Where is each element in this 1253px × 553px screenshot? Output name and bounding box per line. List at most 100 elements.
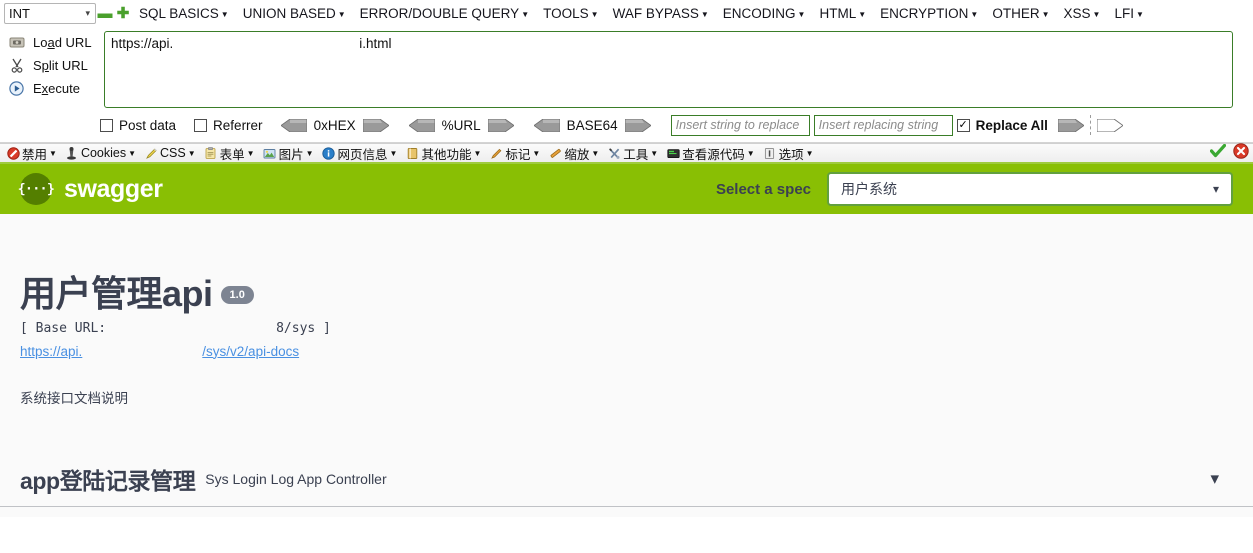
validation-pass-icon[interactable] <box>1209 143 1227 163</box>
type-select[interactable]: INT ▾ <box>4 3 96 24</box>
encode-right-icon[interactable] <box>487 118 515 132</box>
menu-encryption[interactable]: ENCRYPTION ▼ <box>873 6 985 21</box>
menu-lfi[interactable]: LFI ▼ <box>1107 6 1150 21</box>
execute-icon <box>8 80 25 96</box>
toolbar-item-page-info[interactable]: 网页信息 ▼ <box>318 144 402 163</box>
chevron-down-icon: ▼ <box>1135 10 1144 19</box>
view-source-icon <box>666 146 680 160</box>
chevron-down-icon: ▼ <box>805 148 814 158</box>
toolbar-item-images[interactable]: 图片 ▼ <box>259 144 318 163</box>
toolbar-item-forms[interactable]: 表单 ▼ <box>200 144 259 163</box>
toolbar-item-css[interactable]: CSS ▼ <box>140 146 200 160</box>
api-info-block: 用户管理api 1.0 [ Base URL: 8/sys ] https://a… <box>0 214 1253 407</box>
toolbar-label: 禁用 <box>22 147 48 162</box>
add-field-button[interactable]: ✚ <box>114 4 132 24</box>
chevron-down-icon: ▼ <box>128 148 137 158</box>
chevron-down-icon: ▼ <box>246 148 255 158</box>
post-data-checkbox[interactable]: Post data <box>100 118 176 133</box>
replace-with-input[interactable]: Insert replacing string <box>813 114 953 136</box>
checkbox-box <box>194 118 208 132</box>
toolbar-item-tools[interactable]: 工具 ▼ <box>603 144 662 163</box>
menu-xss[interactable]: XSS ▼ <box>1057 6 1108 21</box>
replace-find-input[interactable]: Insert string to replace <box>670 114 810 136</box>
replace-revert-icon[interactable] <box>1096 118 1124 132</box>
toolbar-label: 缩放 <box>564 147 590 162</box>
toolbar-item-resize[interactable]: 缩放 ▼ <box>544 144 603 163</box>
chevron-down-icon: ▼ <box>1092 10 1101 19</box>
split-url-label: Split URL <box>33 57 88 73</box>
replace-all-checkbox[interactable]: ✓ Replace All <box>956 118 1048 133</box>
hackbar-action-list: Load URL Split URL Execute <box>4 31 104 108</box>
tag-section-header[interactable]: app登陆记录管理 Sys Login Log App Controller ▾ <box>0 462 1253 507</box>
referrer-checkbox[interactable]: Referrer <box>194 118 263 133</box>
menu-label: OTHER <box>992 6 1040 21</box>
toolbar-item-misc[interactable]: 其他功能 ▼ <box>401 144 485 163</box>
swagger-content: 用户管理api 1.0 [ Base URL: 8/sys ] https://a… <box>0 214 1253 517</box>
menu-label: ENCODING <box>722 6 796 21</box>
api-description: 系统接口文档说明 <box>20 390 128 406</box>
chevron-down-icon[interactable]: ▾ <box>1210 469 1233 489</box>
toolbar-item-options[interactable]: 选项 ▼ <box>759 144 818 163</box>
decode-left-icon[interactable] <box>532 118 561 132</box>
menu-sql-basics[interactable]: SQL BASICS ▼ <box>132 6 236 21</box>
chevron-down-icon: ▾ <box>85 8 90 18</box>
base-url-suffix: 8/sys ] <box>276 320 331 336</box>
hackbar-url-row: Load URL Split URL Execute https://api. i… <box>0 27 1253 114</box>
tag-name: app登陆记录管理 <box>20 467 196 494</box>
api-docs-link-suffix: /sys/v2/api-docs <box>202 343 300 359</box>
menu-tools[interactable]: TOOLS ▼ <box>536 6 605 21</box>
split-url-icon <box>8 57 25 73</box>
menu-label: TOOLS <box>543 6 589 21</box>
encode-right-icon[interactable] <box>624 118 652 132</box>
tools-icon <box>607 146 621 160</box>
menu-label: UNION BASED <box>242 6 336 21</box>
disable-icon <box>6 146 20 160</box>
menu-union-based[interactable]: UNION BASED ▼ <box>236 6 353 21</box>
error-count-icon[interactable] <box>1233 142 1249 164</box>
swagger-logo[interactable]: {···} swagger <box>18 173 163 205</box>
outline-icon <box>489 146 503 160</box>
decode-left-icon[interactable] <box>279 118 307 132</box>
chevron-down-icon: ▼ <box>220 10 229 19</box>
toolbar-item-cookies[interactable]: Cookies ▼ <box>61 146 140 160</box>
chevron-down-icon: ▼ <box>473 148 482 158</box>
toolbar-label: Cookies <box>80 146 127 160</box>
toolbar-item-view-source[interactable]: 查看源代码 ▼ <box>662 144 758 163</box>
chevron-down-icon: ▼ <box>797 10 806 19</box>
menu-html[interactable]: HTML ▼ <box>812 6 873 21</box>
remove-field-button[interactable]: ▬ <box>96 4 114 24</box>
menu-other[interactable]: OTHER ▼ <box>985 6 1056 21</box>
menu-label: WAF BYPASS <box>612 6 699 21</box>
menu-label: LFI <box>1114 6 1134 21</box>
resize-icon <box>548 146 562 160</box>
spec-selector-label: Select a spec <box>715 180 811 198</box>
version-badge: 1.0 <box>220 285 254 304</box>
api-docs-link-prefix: https://api. <box>20 343 83 359</box>
checkbox-box <box>100 118 113 132</box>
replace-apply-icon[interactable] <box>1057 118 1085 132</box>
swagger-brace-icon: {···} <box>18 173 55 205</box>
toolbar-label: 表单 <box>219 147 245 162</box>
menu-encoding[interactable]: ENCODING ▼ <box>716 6 813 21</box>
load-url-label: Load URL <box>33 34 92 50</box>
menu-label: XSS <box>1063 6 1091 21</box>
execute-button[interactable]: Execute <box>4 79 104 97</box>
spec-select-value: 用户系统 <box>841 181 897 197</box>
api-docs-link[interactable]: https://api. /sys/v2/api-docs <box>20 344 1233 359</box>
menu-waf-bypass[interactable]: WAF BYPASS ▼ <box>606 6 716 21</box>
chevron-down-icon: ▼ <box>858 10 867 19</box>
toolbar-item-disable[interactable]: 禁用 ▼ <box>2 144 61 163</box>
url-input[interactable]: https://api. i.html <box>104 31 1233 108</box>
decode-left-icon[interactable] <box>407 118 435 132</box>
api-title-row: 用户管理api 1.0 <box>20 274 1233 314</box>
chevron-down-icon: ▼ <box>389 148 398 158</box>
split-url-button[interactable]: Split URL <box>4 56 104 74</box>
toolbar-item-outline[interactable]: 标记 ▼ <box>485 144 544 163</box>
page-title: 用户管理api <box>20 273 213 314</box>
menu-error-double-query[interactable]: ERROR/DOUBLE QUERY ▼ <box>353 6 536 21</box>
load-url-button[interactable]: Load URL <box>4 33 104 51</box>
spec-select[interactable]: 用户系统 ▾ <box>827 172 1233 206</box>
encode-right-icon[interactable] <box>362 118 390 132</box>
chevron-down-icon: ▼ <box>187 148 196 158</box>
execute-label: Execute <box>33 80 80 96</box>
